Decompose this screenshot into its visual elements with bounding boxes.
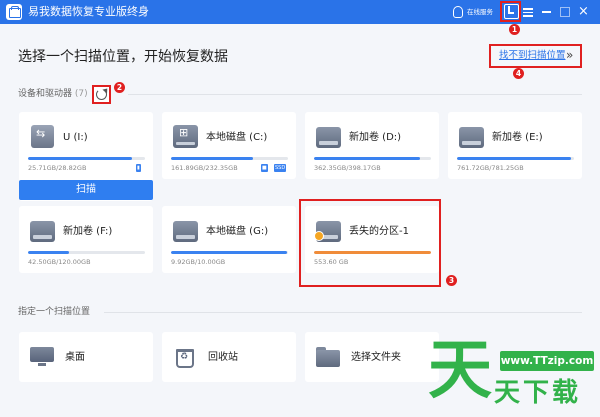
watermark-logo: 天 [428,334,492,408]
drive-name: 本地磁盘 (G:) [206,226,269,237]
drive-name: 本地磁盘 (C:) [206,132,268,143]
drive-card-e[interactable]: 新加卷 (E:) 761.72GB/781.25GB [448,112,582,179]
hard-drive-icon [459,123,484,148]
scan-button[interactable]: 扫描 [19,180,153,200]
location-label: 回收站 [208,352,238,363]
drive-size: 161.89GB/232.35GB [171,164,238,172]
marker-4: 4 [513,68,524,79]
drive-size: 761.72GB/781.25GB [457,164,524,172]
double-chevron-right-icon[interactable]: » [566,48,574,62]
locations-section-label: 指定一个扫描位置 [18,307,91,317]
page-title: 选择一个扫描位置，开始恢复数据 [18,49,228,65]
location-label: 桌面 [65,352,85,363]
maximize-icon[interactable] [557,4,572,19]
usage-bar [171,157,288,160]
usb-badge-icon: ▮ [136,164,141,172]
recycle-bin-icon: ♻ [173,346,197,368]
usage-bar [28,157,145,160]
devices-section-label: 设备和驱动器 (7) [18,89,88,99]
usage-bar [314,157,431,160]
highlight-box-save [500,1,521,22]
drive-size: 42.50GB/120.00GB [28,258,91,266]
location-select-folder[interactable]: 选择文件夹 [305,332,439,382]
marker-2: 2 [114,82,125,93]
windows-tag-icon: ■ [261,164,268,172]
drive-name: 新加卷 (E:) [492,132,543,143]
cant-find-location-link[interactable]: 找不到扫描位置 [499,50,566,62]
drive-size: 9.92GB/10.00GB [171,258,226,266]
drive-size: 25.71GB/28.82GB [28,164,87,172]
folder-icon [316,346,340,368]
location-desktop[interactable]: 桌面 [19,332,153,382]
location-recycle-bin[interactable]: ♻ 回收站 [162,332,296,382]
highlight-box-lost-partition [299,199,441,287]
watermark-brand: 天下载 [494,378,582,408]
marker-3: 3 [446,275,457,286]
location-label: 选择文件夹 [351,352,401,363]
usb-drive-icon [30,123,55,148]
drive-card-g[interactable]: 本地磁盘 (G:) 9.92GB/10.00GB [162,206,296,273]
usage-bar [457,157,574,160]
close-icon[interactable]: × [576,4,591,19]
divider [128,94,582,95]
menu-icon[interactable] [521,4,536,19]
drive-card-c[interactable]: 本地磁盘 (C:) 161.89GB/232.35GB ■ SSD [162,112,296,179]
online-service-link[interactable]: 在线服务 [467,8,493,16]
desktop-icon [30,346,54,368]
minimize-icon[interactable] [539,4,554,19]
usage-bar [28,251,145,254]
headset-icon[interactable] [453,6,463,18]
refresh-icon [96,89,107,100]
marker-1: 1 [509,24,520,35]
hard-drive-icon [173,217,198,242]
usage-bar [171,251,288,254]
windows-drive-icon [173,123,198,148]
drive-card-d[interactable]: 新加卷 (D:) 362.35GB/398.17GB [305,112,439,179]
divider [104,312,582,313]
watermark-url: www.TTzip.com [500,351,594,371]
drive-name: U (I:) [63,132,88,143]
drive-card-f[interactable]: 新加卷 (F:) 42.50GB/120.00GB [19,206,153,273]
app-logo-icon [6,4,22,20]
drive-name: 新加卷 (D:) [349,132,402,143]
ssd-tag: SSD [274,164,287,172]
hard-drive-icon [30,217,55,242]
drive-name: 新加卷 (F:) [63,226,113,237]
hard-drive-icon [316,123,341,148]
drive-size: 362.35GB/398.17GB [314,164,381,172]
app-title: 易我数据恢复专业版终身 [28,5,149,18]
